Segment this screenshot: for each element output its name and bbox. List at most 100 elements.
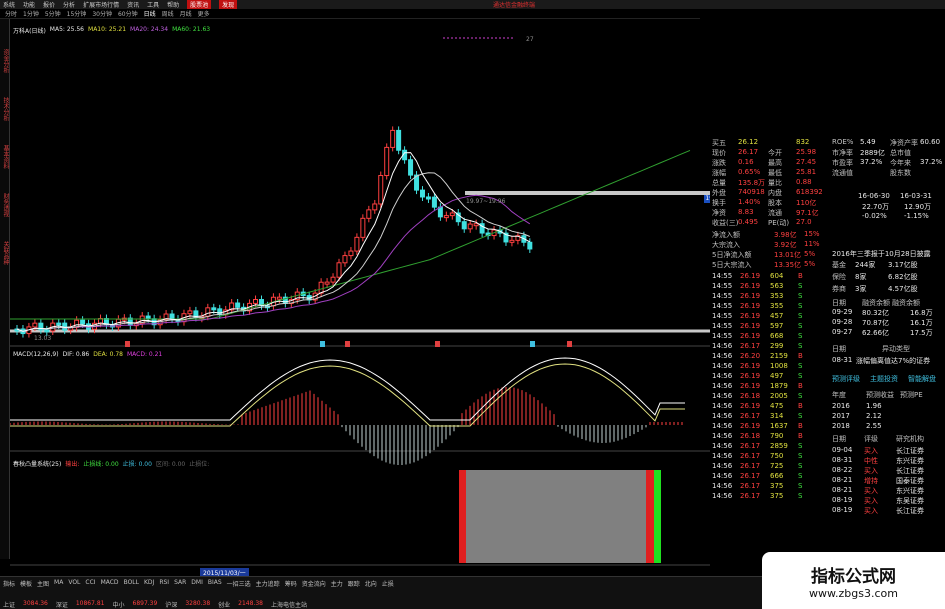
macd-name: MACD(12,26,9) <box>13 351 59 358</box>
index-name[interactable]: 深证 <box>56 600 68 609</box>
menu-help[interactable]: 帮助 <box>167 0 179 9</box>
period-week[interactable]: 周线 <box>162 9 174 18</box>
toolbar-item[interactable]: CCI <box>85 579 95 588</box>
menu-extended-market[interactable]: 扩展市场行情 <box>83 0 119 9</box>
candle-body <box>360 217 366 238</box>
period-1min[interactable]: 1分钟 <box>23 9 39 18</box>
toolbar-item[interactable]: DMI <box>191 579 203 588</box>
f10-value: 37.2% <box>860 158 883 166</box>
toolbar-item[interactable]: 一招三选 <box>227 579 251 588</box>
f10-tab[interactable]: 预测评级 <box>832 374 860 384</box>
menu-tools[interactable]: 工具 <box>147 0 159 9</box>
toolbar-item[interactable]: 北向 <box>365 579 377 588</box>
sidebar-item-basic[interactable]: 基本资料 <box>1 145 9 169</box>
toolbar-item[interactable]: MACD <box>101 579 119 588</box>
indicator-range: 区间: 0.00 <box>155 461 186 468</box>
toolbar-item[interactable]: MA <box>54 579 63 588</box>
tick-side: B <box>798 382 803 390</box>
toolbar-item[interactable]: VOL <box>68 579 80 588</box>
candle-body <box>449 212 455 217</box>
kline-chart-area[interactable] <box>10 19 710 576</box>
indicator-green-right <box>654 470 661 563</box>
quote-value: 0.495 <box>738 218 759 226</box>
candle-body <box>384 146 390 177</box>
menu-system[interactable]: 系统 <box>3 0 15 9</box>
menu-quote[interactable]: 报价 <box>43 0 55 9</box>
rating-header: 评级 <box>864 435 878 443</box>
toolbar-item[interactable]: BOLL <box>124 579 139 588</box>
candle-body <box>527 241 533 250</box>
toolbar-item[interactable]: 指标 <box>3 579 15 588</box>
toolbar-item[interactable]: 主力 <box>331 579 343 588</box>
tick-time: 14:56 <box>712 402 733 410</box>
period-5min[interactable]: 5分钟 <box>45 9 61 18</box>
forecast-eps: 1.96 <box>866 402 882 410</box>
sidebar-item-finance[interactable]: 财务透视 <box>1 193 9 217</box>
quote-label: 涨跌 <box>712 159 726 167</box>
tick-time: 14:55 <box>712 312 733 320</box>
toolbar-item[interactable]: 跟踪 <box>348 579 360 588</box>
sidebar-item-tech[interactable]: 技术分析 <box>1 97 9 121</box>
index-name[interactable]: 上海电信主站 <box>271 600 307 609</box>
quote-value2: 27.0 <box>796 218 812 226</box>
rating-date: 09-04 <box>832 446 853 454</box>
candle-body <box>366 209 372 219</box>
menu-analysis[interactable]: 分析 <box>63 0 75 9</box>
ma10-value: MA10: 25.21 <box>88 26 127 33</box>
period-tick[interactable]: 分时 <box>5 9 17 18</box>
candle-body <box>509 239 515 243</box>
index-name[interactable]: 上证 <box>3 600 15 609</box>
toolbar-item[interactable]: KDJ <box>144 579 154 588</box>
tick-vol: 299 <box>770 342 784 350</box>
toolbar-item[interactable]: 资金流向 <box>302 579 326 588</box>
margin-balance: 80.32亿 <box>862 309 890 317</box>
index-value: 3280.38 <box>185 600 211 607</box>
f10-tab[interactable]: 主题投资 <box>870 374 898 384</box>
toolbar-item[interactable]: 主图 <box>37 579 49 588</box>
period-60min[interactable]: 60分钟 <box>118 9 138 18</box>
ma-legend: 万科A(日线) MA5: 25.56 MA10: 25.21 MA20: 24.… <box>13 26 210 35</box>
sidebar-item-related[interactable]: 关联品种 <box>1 241 9 265</box>
toolbar-item[interactable]: BIAS <box>208 579 222 588</box>
toolbar-item[interactable]: 模板 <box>20 579 32 588</box>
dea-value: DEA: 0.78 <box>93 351 123 358</box>
f10-value: 2889亿 <box>860 149 885 157</box>
toolbar-item[interactable]: 筹码 <box>285 579 297 588</box>
period-more[interactable]: 更多 <box>198 9 210 18</box>
index-name[interactable]: 创业 <box>218 600 230 609</box>
menu-function[interactable]: 功能 <box>23 0 35 9</box>
tick-vol: 355 <box>770 302 784 310</box>
tick-price: 26.17 <box>740 472 761 480</box>
candle-body <box>425 196 431 200</box>
quote-label: 换手 <box>712 199 726 207</box>
tick-price: 26.19 <box>740 272 761 280</box>
sidebar-item-fund[interactable]: 资金分析 <box>1 49 9 73</box>
toolbar-item[interactable]: RSI <box>159 579 169 588</box>
period-30min[interactable]: 30分钟 <box>92 9 112 18</box>
menu-news[interactable]: 资讯 <box>127 0 139 9</box>
toolbar-item[interactable]: SAR <box>174 579 186 588</box>
margin-vol: 16.1万 <box>910 319 933 327</box>
toolbar-item[interactable]: 主力追踪 <box>256 579 280 588</box>
period-day[interactable]: 日线 <box>144 9 156 18</box>
holder-shares: 3.17亿股 <box>888 261 918 269</box>
index-name[interactable]: 中小 <box>112 600 124 609</box>
candle-body <box>408 159 414 176</box>
period-month[interactable]: 月线 <box>180 9 192 18</box>
left-sidebar: 资金分析 技术分析 基本资料 财务透视 关联品种 <box>0 19 10 559</box>
tick-price: 26.19 <box>740 402 761 410</box>
candle-body <box>318 281 324 294</box>
index-name[interactable]: 沪深 <box>165 600 177 609</box>
tick-price: 26.19 <box>740 332 761 340</box>
candle-body <box>80 319 86 325</box>
holder-shares: 4.57亿股 <box>888 285 918 293</box>
stock-pool-button[interactable]: 股票池 <box>187 0 212 9</box>
holder-count: 244家 <box>855 261 876 269</box>
tick-side: S <box>798 492 803 500</box>
ma5-value: MA5: 25.56 <box>49 26 85 33</box>
tick-vol: 725 <box>770 462 784 470</box>
discover-button[interactable]: 发现 <box>219 0 238 9</box>
period-15min[interactable]: 15分钟 <box>67 9 87 18</box>
f10-tab[interactable]: 智能解盘 <box>908 374 936 384</box>
toolbar-item[interactable]: 止损 <box>382 579 394 588</box>
